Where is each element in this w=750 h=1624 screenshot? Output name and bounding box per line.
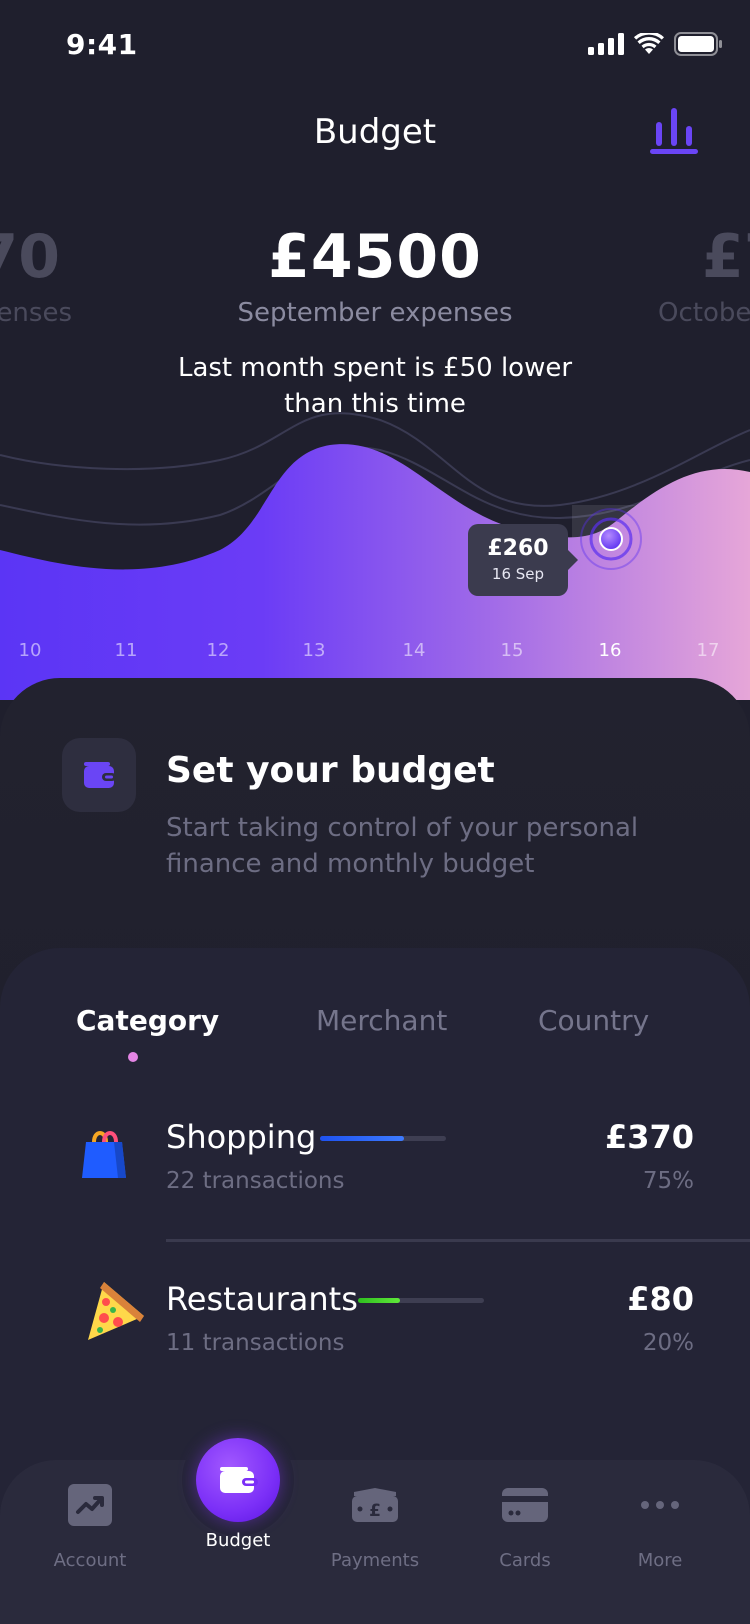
category-row-shopping[interactable] <box>80 1126 130 1186</box>
battery-icon <box>674 32 722 56</box>
current-month-label: September expenses <box>237 298 513 328</box>
category-progress <box>358 1298 484 1303</box>
pizza-icon <box>88 1282 144 1340</box>
day-label[interactable]: 14 <box>394 640 434 661</box>
status-icons <box>588 32 722 56</box>
budget-screen: 9:41 Budget 70 enses £4500 <box>0 0 750 1624</box>
nav-more[interactable]: More <box>590 1480 730 1571</box>
nav-icon-box <box>495 1480 555 1530</box>
nav-label: More <box>637 1550 683 1571</box>
tab-merchant[interactable]: Merchant <box>316 1004 447 1037</box>
nav-label-budget: Budget <box>205 1530 271 1551</box>
trend-up-icon <box>68 1484 112 1526</box>
progress-fill <box>320 1136 405 1141</box>
wallet-tile <box>62 738 136 812</box>
category-name: Shopping <box>166 1118 317 1156</box>
nav-label: Payments <box>330 1550 420 1571</box>
day-label[interactable]: 10 <box>10 640 50 661</box>
bar-chart-icon <box>650 108 698 154</box>
status-time: 9:41 <box>66 28 138 61</box>
nav-icon-box: £ <box>345 1480 405 1530</box>
category-row-restaurants[interactable] <box>82 1280 148 1350</box>
nav-payments[interactable]: £ Payments <box>305 1480 445 1571</box>
nav-cards[interactable]: Cards <box>455 1480 595 1571</box>
page-title: Budget <box>313 112 437 152</box>
next-month-amount[interactable]: £7 <box>702 222 750 292</box>
tooltip-date: 16 Sep <box>491 565 545 583</box>
shopping-bag-icon <box>82 1131 126 1178</box>
day-label[interactable]: 13 <box>294 640 334 661</box>
wifi-icon <box>634 33 664 54</box>
tab-country[interactable]: Country <box>538 1004 649 1037</box>
banknote-icon: £ <box>352 1488 398 1522</box>
chart-tooltip: £260 16 Sep <box>468 524 578 596</box>
selected-point[interactable] <box>599 527 623 551</box>
progress-fill <box>358 1298 400 1303</box>
current-month-amount: £4500 <box>268 222 482 292</box>
category-percent: 75% <box>642 1168 694 1194</box>
tooltip-amount: £260 <box>487 536 549 561</box>
day-label[interactable]: 15 <box>492 640 532 661</box>
tab-category[interactable]: Category <box>76 1004 219 1037</box>
nav-icon-box <box>630 1480 690 1530</box>
category-transactions: 11 transactions <box>166 1330 345 1356</box>
cellular-signal-icon <box>588 33 624 55</box>
more-dots-icon <box>641 1501 679 1509</box>
day-label[interactable]: 11 <box>106 640 146 661</box>
category-amount: £80 <box>627 1280 694 1318</box>
day-label[interactable]: 17 <box>688 640 728 661</box>
day-axis: 10 11 12 13 14 15 16 17 <box>0 640 750 670</box>
nav-budget[interactable] <box>196 1438 280 1522</box>
nav-account[interactable]: Account <box>20 1480 160 1571</box>
chart-toggle-button[interactable] <box>650 104 698 156</box>
nav-label: Cards <box>499 1550 551 1571</box>
budget-card-title: Set your budget <box>166 750 495 791</box>
day-label[interactable]: 12 <box>198 640 238 661</box>
nav-icon-box <box>60 1480 120 1530</box>
day-label-selected[interactable]: 16 <box>590 640 630 661</box>
credit-card-icon <box>502 1488 548 1522</box>
next-month-label: October <box>658 298 750 328</box>
category-amount: £370 <box>604 1118 694 1156</box>
wallet-icon <box>220 1467 258 1493</box>
category-progress <box>320 1136 446 1141</box>
active-tab-indicator <box>128 1052 138 1062</box>
nav-label: Account <box>53 1550 127 1571</box>
row-divider <box>166 1239 750 1242</box>
category-percent: 20% <box>642 1330 694 1356</box>
svg-text:£: £ <box>369 1501 381 1521</box>
wallet-icon <box>84 762 116 788</box>
category-transactions: 22 transactions <box>166 1168 345 1194</box>
budget-card-description: Start taking control of your personal fi… <box>166 813 639 879</box>
category-name: Restaurants <box>166 1280 358 1318</box>
